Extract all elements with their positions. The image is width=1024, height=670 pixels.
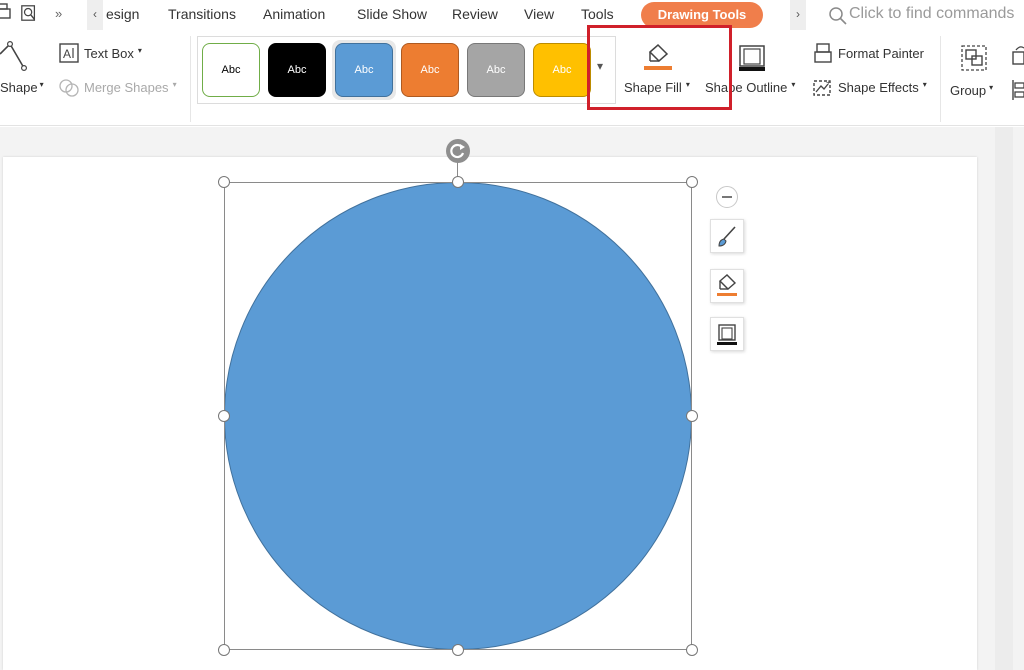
tab-review[interactable]: Review bbox=[452, 6, 498, 22]
text-box-icon[interactable]: A bbox=[59, 43, 79, 63]
swatch-label: Abc bbox=[420, 64, 440, 76]
group-label: Group bbox=[950, 83, 987, 98]
tab-tools[interactable]: Tools bbox=[581, 6, 614, 22]
more-quick-access-icon[interactable]: » bbox=[55, 6, 62, 21]
format-painter-icon[interactable] bbox=[814, 43, 832, 63]
print-icon[interactable] bbox=[0, 3, 18, 23]
group-button[interactable]: Group ▾ bbox=[950, 83, 993, 98]
dropdown-arrow-icon: ▾ bbox=[791, 80, 796, 89]
format-painter-button[interactable]: Format Painter bbox=[838, 46, 924, 61]
search-icon bbox=[829, 7, 847, 25]
swatch-label: Abc bbox=[486, 64, 506, 76]
style-swatch-gray[interactable]: Abc bbox=[467, 43, 525, 97]
resize-handle-top-right[interactable] bbox=[686, 176, 698, 188]
dropdown-arrow-icon: ▾ bbox=[39, 80, 44, 89]
resize-handle-top[interactable] bbox=[452, 176, 464, 188]
tab-slide-show[interactable]: Slide Show bbox=[357, 6, 427, 22]
swatch-label: Abc bbox=[354, 64, 374, 76]
shape-effects-button[interactable]: Shape Effects ▾ bbox=[838, 80, 927, 95]
svg-text:+: + bbox=[826, 78, 831, 87]
style-swatch-gold[interactable]: Abc bbox=[533, 43, 591, 97]
swatch-label: Abc bbox=[221, 64, 241, 76]
merge-shapes-button: Merge Shapes ▾ bbox=[84, 80, 177, 95]
merge-shapes-icon bbox=[59, 79, 79, 97]
ribbon-bottom-border bbox=[0, 125, 1024, 126]
style-swatch-orange[interactable]: Abc bbox=[401, 43, 459, 97]
resize-handle-left[interactable] bbox=[218, 410, 230, 422]
swatch-label: Abc bbox=[287, 64, 307, 76]
shape-outline-icon bbox=[717, 324, 737, 345]
ribbon-divider bbox=[940, 36, 941, 122]
tab-design[interactable]: esign bbox=[106, 6, 139, 22]
tab-transitions[interactable]: Transitions bbox=[168, 6, 236, 22]
rotate-icon[interactable] bbox=[1010, 44, 1024, 66]
vertical-scrollbar[interactable] bbox=[995, 127, 1013, 670]
shape-style-gallery: Abc Abc Abc Abc Abc Abc ▾ bbox=[197, 36, 616, 104]
text-box-button[interactable]: Text Box ▾ bbox=[84, 46, 142, 61]
resize-handle-bottom-right[interactable] bbox=[686, 644, 698, 656]
ribbon-divider bbox=[190, 36, 191, 122]
group-icon[interactable] bbox=[960, 44, 988, 72]
dropdown-arrow-icon: ▾ bbox=[137, 46, 142, 55]
style-swatch-white[interactable]: Abc bbox=[202, 43, 260, 97]
quick-fill-button[interactable] bbox=[710, 269, 744, 303]
quick-style-button[interactable] bbox=[710, 219, 744, 253]
tab-view[interactable]: View bbox=[524, 6, 554, 22]
resize-handle-bottom[interactable] bbox=[452, 644, 464, 656]
resize-handle-right[interactable] bbox=[686, 410, 698, 422]
shape-fill-highlight-box bbox=[587, 25, 732, 110]
swatch-label: Abc bbox=[552, 64, 572, 76]
style-swatch-blue[interactable]: Abc bbox=[335, 43, 393, 97]
merge-shapes-label: Merge Shapes bbox=[84, 80, 169, 95]
paint-bucket-icon bbox=[717, 274, 737, 296]
tab-animation[interactable]: Animation bbox=[263, 6, 325, 22]
brush-icon bbox=[718, 226, 736, 247]
shape-icon[interactable] bbox=[0, 40, 28, 72]
rotate-handle-icon[interactable] bbox=[446, 139, 470, 163]
resize-handle-top-left[interactable] bbox=[218, 176, 230, 188]
shape-effects-icon[interactable]: + bbox=[812, 77, 834, 99]
dropdown-arrow-icon: ▾ bbox=[172, 80, 177, 89]
print-preview-icon[interactable] bbox=[20, 3, 38, 23]
shape-effects-label: Shape Effects bbox=[838, 80, 919, 95]
resize-handle-bottom-left[interactable] bbox=[218, 644, 230, 656]
quick-outline-button[interactable] bbox=[710, 317, 744, 351]
shape-label: Shape bbox=[0, 80, 38, 95]
search-placeholder: Click to find commands bbox=[849, 5, 1015, 22]
tabs-scroll-left-icon[interactable]: ‹ bbox=[87, 0, 103, 30]
text-box-label: Text Box bbox=[84, 46, 134, 61]
align-icon[interactable] bbox=[1010, 79, 1024, 101]
shape-button[interactable]: Shape ▾ bbox=[0, 80, 44, 95]
selection-box bbox=[224, 182, 692, 650]
tabs-scroll-right-icon[interactable]: › bbox=[790, 0, 806, 30]
dropdown-arrow-icon: ▾ bbox=[922, 80, 927, 89]
shape-outline-icon[interactable] bbox=[737, 43, 767, 73]
style-swatch-black[interactable]: Abc bbox=[268, 43, 326, 97]
dropdown-arrow-icon: ▾ bbox=[989, 83, 994, 92]
svg-text:A: A bbox=[63, 47, 71, 61]
menu-tab-bar: » ‹ esign Transitions Animation Slide Sh… bbox=[0, 0, 1024, 30]
collapse-toolbar-icon[interactable] bbox=[716, 186, 738, 208]
